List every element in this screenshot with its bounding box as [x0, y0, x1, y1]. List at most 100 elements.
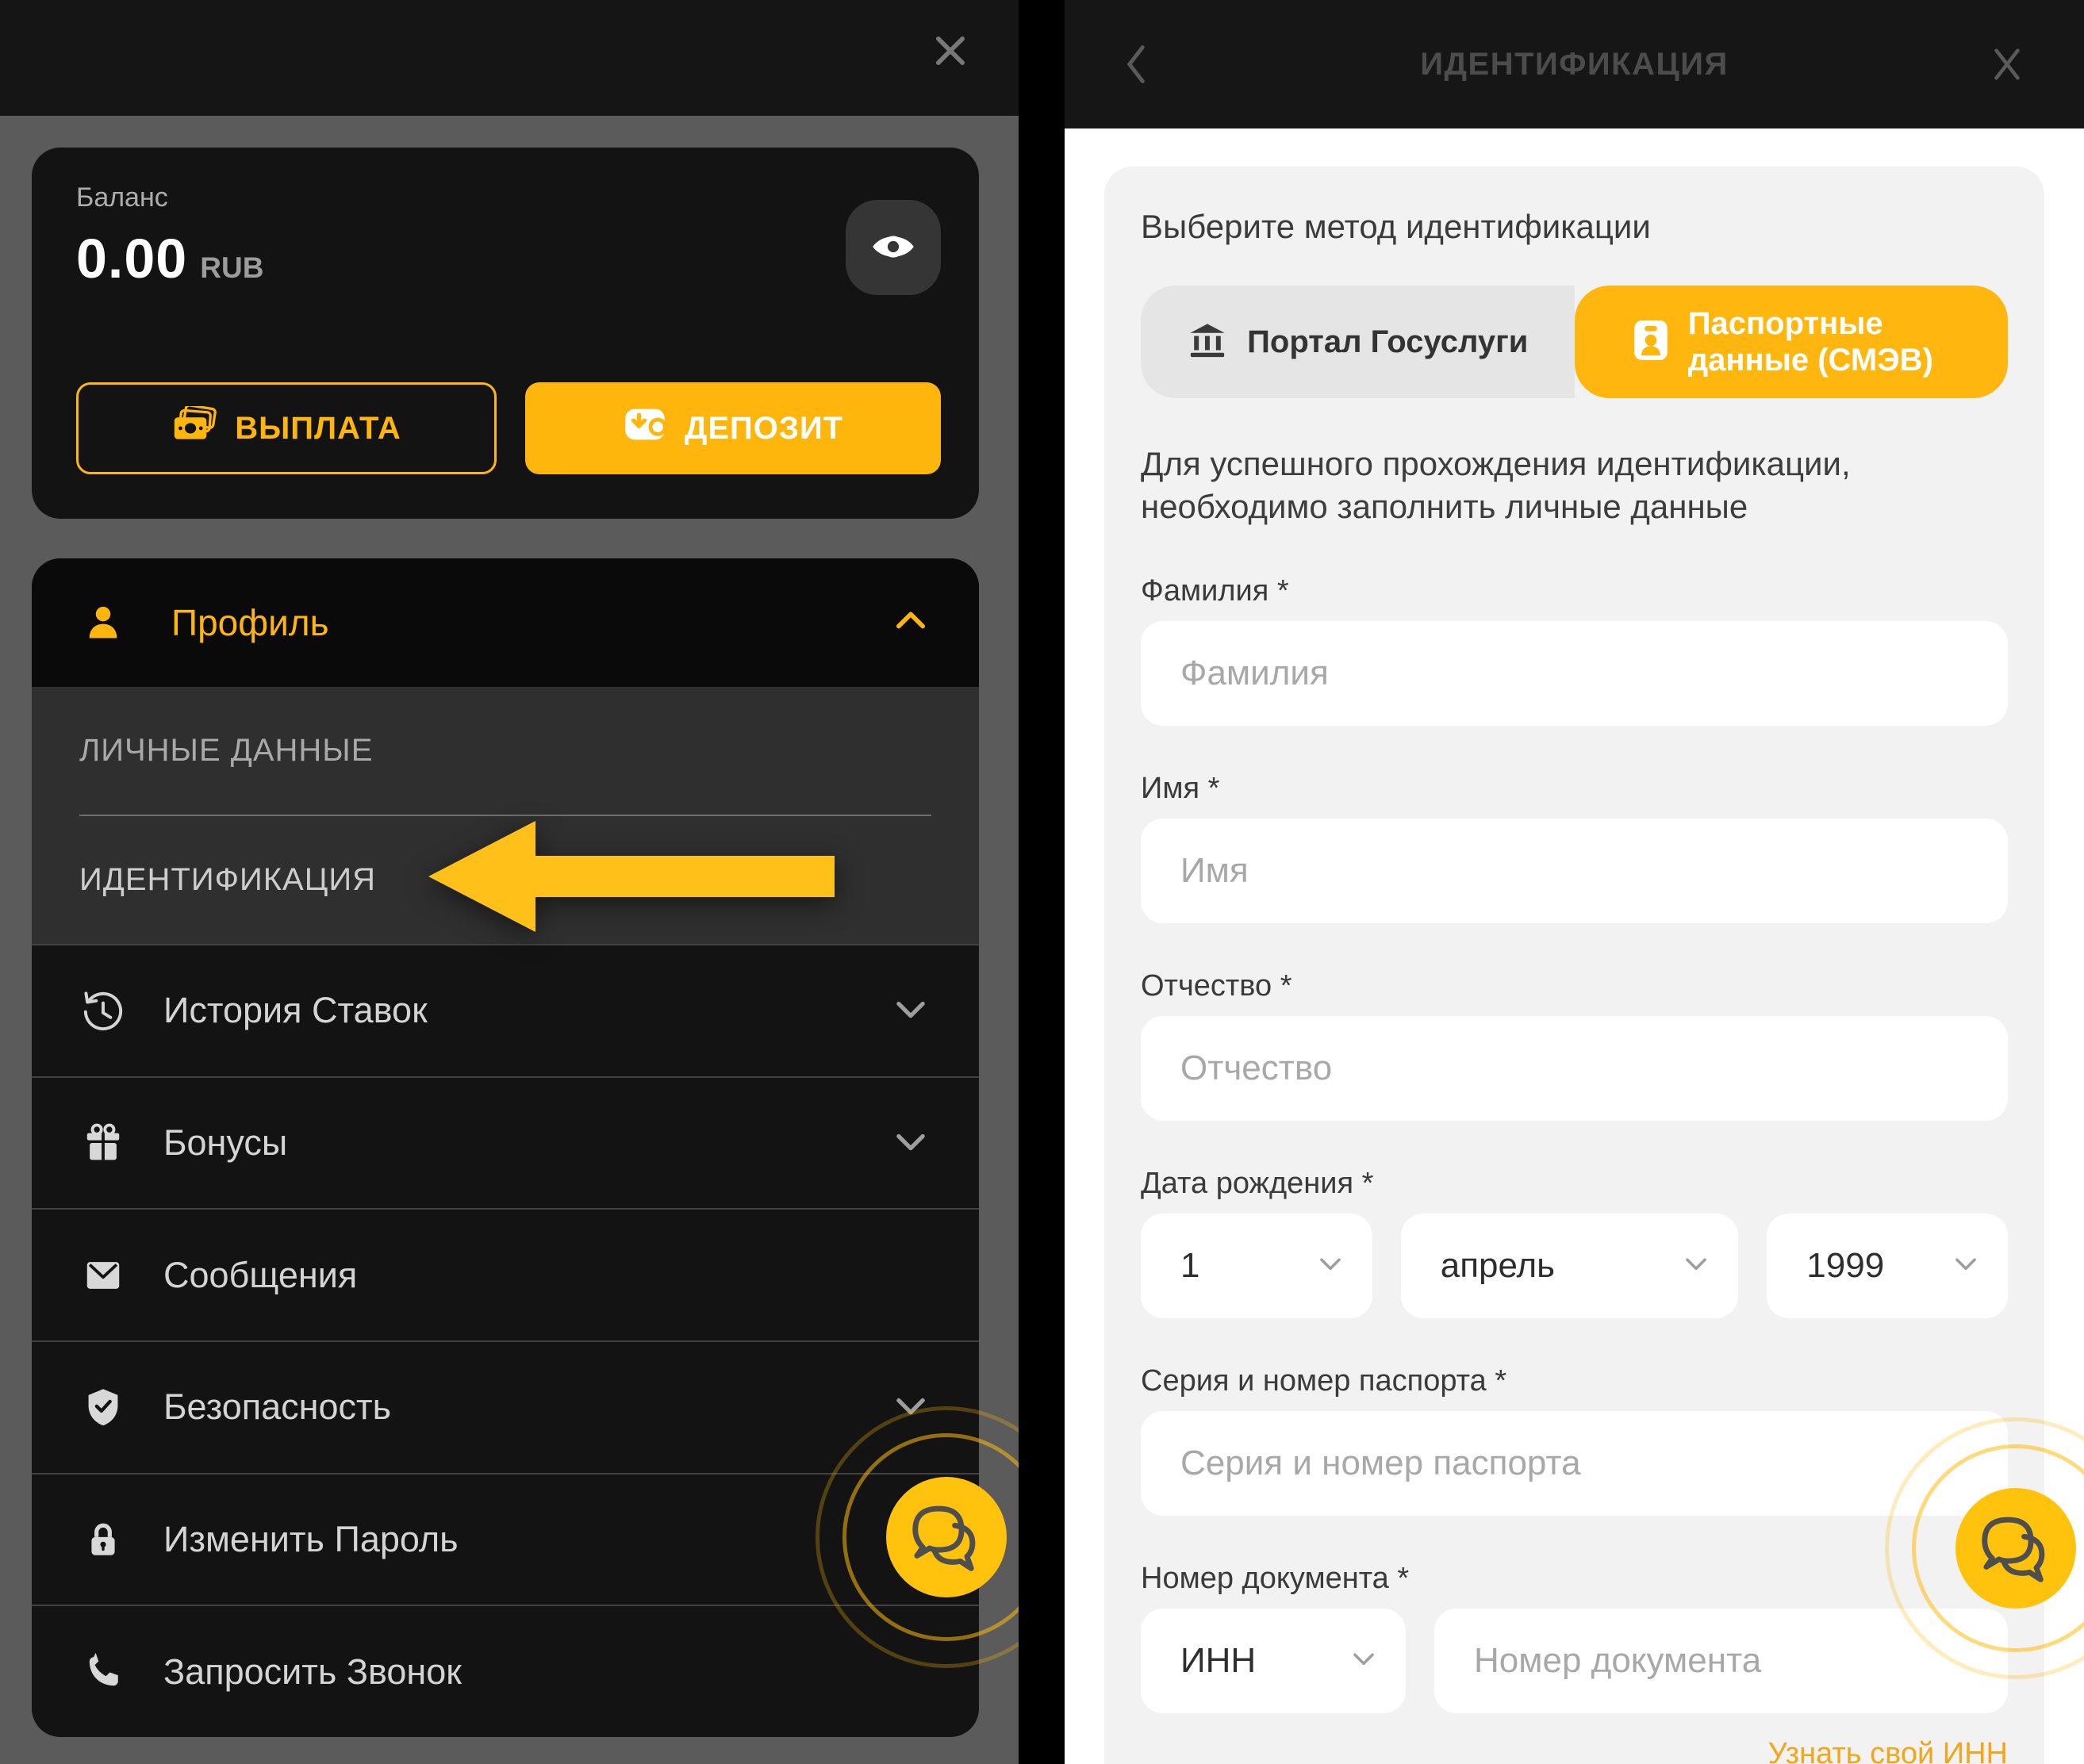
birth-year-value: 1999 — [1806, 1246, 1884, 1286]
chat-bubbles-icon — [1974, 1505, 2058, 1593]
account-drawer: Баланс 0.00 RUB — [0, 0, 1019, 1764]
form-description-line1: Для успешного прохождения идентификации, — [1141, 443, 2008, 485]
chevron-down-icon — [890, 1385, 931, 1430]
profile-submenu: ЛИЧНЫЕ ДАННЫЕ ИДЕНТИФИКАЦИЯ — [32, 687, 979, 944]
highlight-arrow-left-icon — [428, 817, 841, 944]
firstname-input[interactable] — [1141, 819, 2008, 923]
balance-amount: 0.00 — [76, 227, 187, 290]
menu-item-security[interactable]: Безопасность — [32, 1340, 979, 1473]
patronymic-label: Отчество * — [1141, 969, 2008, 1003]
inn-link-row: Узнать свой ИНН — [1141, 1737, 2008, 1764]
menu-item-change-password[interactable]: Изменить Пароль — [32, 1473, 979, 1605]
balance-actions: ВЫПЛАТА ДЕПОЗИТ — [76, 382, 941, 474]
birth-month-select[interactable]: апрель — [1401, 1214, 1739, 1318]
profile-menu-card: Профиль ЛИЧНЫЕ ДАННЫЕ ИДЕНТИФИКАЦИЯ — [32, 558, 979, 1737]
identification-form-card: Выберите метод идентификации Портал Госу… — [1104, 167, 2044, 1764]
close-icon[interactable] — [1971, 29, 2043, 100]
identification-label: ИДЕНТИФИКАЦИЯ — [79, 862, 376, 898]
birthdate-row: 1 апрель 1999 — [1141, 1214, 2008, 1318]
profile-menu-label: Профиль — [171, 601, 890, 644]
passport-input[interactable] — [1141, 1411, 2008, 1516]
form-description: Для успешного прохождения идентификации,… — [1141, 443, 2008, 528]
menu-row-label: История Ставок — [163, 990, 890, 1031]
eye-icon — [869, 222, 918, 274]
drawer-header — [0, 0, 1019, 116]
menu-row-label: Безопасность — [163, 1386, 890, 1428]
toggle-balance-visibility-button[interactable] — [846, 200, 941, 295]
birthdate-label: Дата рождения * — [1141, 1167, 2008, 1201]
close-icon[interactable] — [919, 19, 982, 82]
page-title: ИДЕНТИФИКАЦИЯ — [1420, 47, 1728, 82]
patronymic-input[interactable] — [1141, 1016, 2008, 1121]
balance-label: Баланс — [76, 182, 168, 213]
menu-row-label: Сообщения — [163, 1255, 931, 1296]
menu-item-bet-history[interactable]: История Ставок — [32, 944, 979, 1076]
history-icon — [79, 987, 127, 1034]
bank-building-icon — [1187, 320, 1228, 365]
surname-input[interactable] — [1141, 621, 2008, 726]
method-title: Выберите метод идентификации — [1141, 208, 2008, 246]
shield-check-icon — [79, 1383, 127, 1431]
chat-button[interactable] — [1955, 1488, 2076, 1609]
identification-panel: ИДЕНТИФИКАЦИЯ Выберите метод идентификац… — [1065, 0, 2084, 1764]
menu-row-label: Запросить Звонок — [163, 1651, 931, 1693]
panel-gap — [1019, 0, 1065, 1764]
surname-label: Фамилия * — [1141, 574, 2008, 608]
chat-button[interactable] — [886, 1477, 1007, 1597]
document-type-value: ИНН — [1180, 1641, 1256, 1681]
find-inn-link[interactable]: Узнать свой ИНН — [1768, 1737, 2008, 1764]
menu-item-messages[interactable]: Сообщения — [32, 1208, 979, 1340]
withdraw-button[interactable]: ВЫПЛАТА — [76, 382, 497, 474]
balance-currency: RUB — [200, 251, 263, 285]
menu-item-bonuses[interactable]: Бонусы — [32, 1076, 979, 1209]
document-row: ИНН — [1141, 1609, 2008, 1713]
chat-bubbles-icon — [904, 1494, 988, 1582]
birth-month-value: апрель — [1441, 1246, 1555, 1286]
birth-day-select[interactable]: 1 — [1141, 1214, 1372, 1318]
chevron-up-icon — [890, 600, 931, 646]
menu-item-profile[interactable]: Профиль — [32, 558, 979, 687]
method-gosuslugi-label: Портал Госуслуги — [1247, 324, 1528, 360]
phone-icon — [79, 1648, 127, 1696]
gift-icon — [79, 1119, 127, 1167]
method-passport-label: Паспортные данные (СМЭВ) — [1688, 305, 1950, 378]
firstname-label: Имя * — [1141, 772, 2008, 806]
document-number-input[interactable] — [1434, 1609, 2008, 1713]
chevron-down-icon — [1349, 1643, 1379, 1678]
person-icon — [79, 599, 127, 646]
birth-year-select[interactable]: 1999 — [1767, 1214, 2008, 1318]
document-type-select[interactable]: ИНН — [1141, 1609, 1406, 1713]
method-gosuslugi-button[interactable]: Портал Госуслуги — [1141, 286, 1575, 398]
chevron-down-icon — [1681, 1248, 1711, 1283]
balance-card: Баланс 0.00 RUB — [32, 148, 979, 519]
balance-amount-row: 0.00 RUB — [76, 227, 263, 290]
banknotes-icon — [171, 406, 217, 451]
id-badge-icon — [1633, 319, 1669, 366]
chevron-down-icon — [1951, 1248, 1981, 1283]
withdraw-label: ВЫПЛАТА — [235, 411, 401, 447]
mail-icon — [79, 1252, 127, 1299]
menu-item-request-call[interactable]: Запросить Звонок — [32, 1605, 979, 1737]
menu-row-label: Изменить Пароль — [163, 1519, 931, 1560]
back-chevron-icon[interactable] — [1104, 29, 1168, 100]
submenu-item-personal-data[interactable]: ЛИЧНЫЕ ДАННЫЕ — [32, 687, 979, 815]
chevron-down-icon — [890, 988, 931, 1033]
personal-data-label: ЛИЧНЫЕ ДАННЫЕ — [79, 733, 373, 769]
birth-day-value: 1 — [1180, 1246, 1199, 1286]
method-toggle: Портал Госуслуги Паспортные данные (СМЭВ… — [1141, 286, 2008, 398]
menu-row-label: Бонусы — [163, 1122, 890, 1164]
chevron-down-icon — [890, 1121, 931, 1166]
method-passport-button[interactable]: Паспортные данные (СМЭВ) — [1575, 286, 2009, 398]
chevron-down-icon — [1315, 1248, 1345, 1283]
document-number-label: Номер документа * — [1141, 1562, 2008, 1596]
deposit-label: ДЕПОЗИТ — [685, 411, 843, 447]
lock-icon — [79, 1516, 127, 1563]
passport-label: Серия и номер паспорта * — [1141, 1364, 2008, 1398]
form-description-line2: необходимо заполнить личные данные — [1141, 485, 2008, 528]
deposit-button[interactable]: ДЕПОЗИТ — [525, 382, 941, 474]
menu-rows: История Ставок — [32, 944, 979, 1737]
identification-header: ИДЕНТИФИКАЦИЯ — [1065, 0, 2084, 128]
submenu-item-identification[interactable]: ИДЕНТИФИКАЦИЯ — [32, 816, 979, 944]
screen: Баланс 0.00 RUB — [0, 0, 2084, 1764]
wallet-deposit-icon — [623, 405, 667, 451]
